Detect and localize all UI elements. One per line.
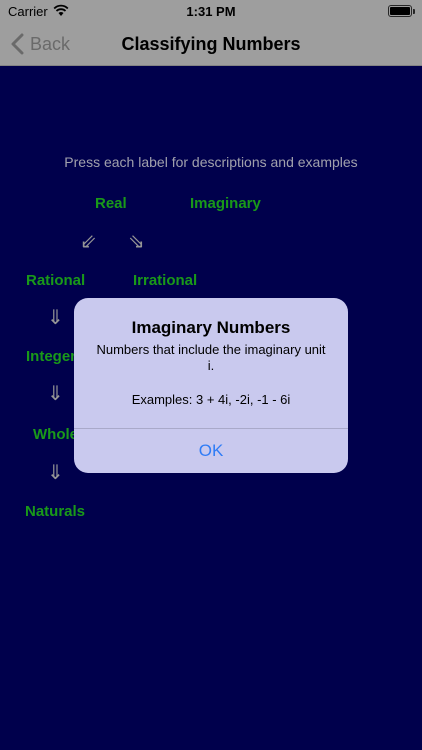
alert-dialog: Imaginary Numbers Numbers that include t…: [74, 298, 348, 473]
ok-button[interactable]: OK: [74, 429, 348, 473]
alert-examples: Examples: 3 + 4i, -2i, -1 - 6i: [131, 392, 291, 407]
alert-message: Numbers that include the imaginary unit …: [96, 342, 326, 373]
alert-title: Imaginary Numbers: [131, 318, 291, 337]
